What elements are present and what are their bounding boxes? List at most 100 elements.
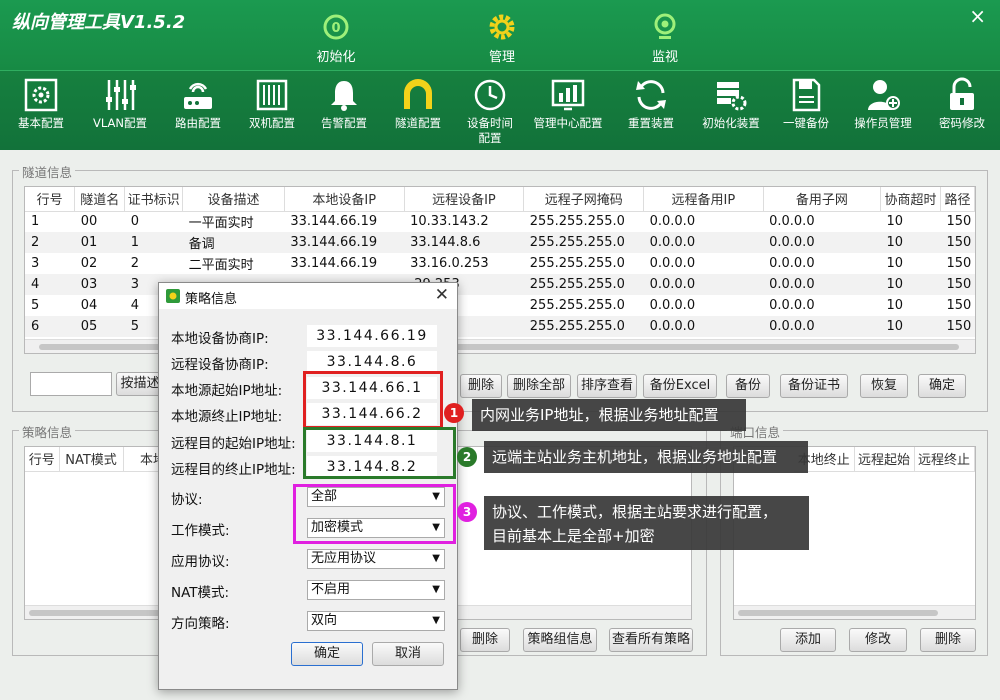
tool-label: VLAN配置 [92,116,147,130]
settings-panel-icon [24,78,58,112]
col-header[interactable]: 远程子网掩码 [523,187,645,212]
col-header[interactable]: NAT模式 [59,447,124,472]
annotation-callout: 远端主站业务主机地址，根据业务地址配置 [484,441,808,473]
table-cell: 5 [31,298,40,313]
highlight-box-protocol [293,484,456,544]
dialog-close-button[interactable]: ✕ [435,285,449,305]
table-cell: 0 [130,214,139,230]
col-header[interactable]: 远程备用IP [643,187,764,212]
table-cell: 0.0.0.0 [763,316,881,337]
window-close-button[interactable]: × [969,4,986,28]
port-modify-button[interactable]: 修改 [849,628,907,652]
tool-dual-config[interactable]: 双机配置 [244,77,300,131]
group-title: 隧道信息 [19,162,76,181]
port-delete-button[interactable]: 删除 [920,628,976,652]
table-row[interactable]: 3 02 2 二平面实时 33.144.66.19 33.16.0.253 255.255.… [25,253,975,274]
dialog-ok-button[interactable]: 确定 [291,642,363,666]
field-label: 方向策略: [171,616,230,632]
dialog-title: 策略信息 [185,292,238,307]
policy-group-info-button[interactable]: 策略组信息 [523,628,597,652]
dialog-cancel-button[interactable]: 取消 [372,642,444,666]
tool-change-password[interactable]: 密码修改 [934,77,990,131]
col-header[interactable]: 路径 [940,187,975,212]
tool-device-time[interactable]: 设备时间 配置 [462,77,518,146]
table-cell: 10 [880,274,941,295]
table-cell: 33.144.66.19 [290,256,378,271]
col-header[interactable]: 远程起始 [854,447,915,472]
table-cell: 255.255.255.0 [523,274,644,295]
table-cell: 150 [940,232,975,253]
port-add-button[interactable]: 添加 [780,628,836,652]
sort-view-button[interactable]: 排序查看 [577,374,637,398]
gear-icon [489,14,515,40]
col-header[interactable]: 备用子网 [763,187,882,212]
tunnel-icon [404,79,432,109]
scrollbar-thumb[interactable] [738,610,938,616]
remote-negotiation-ip-field[interactable]: 33.144.8.6 [307,351,437,373]
tunnel-delete-button[interactable]: 删除 [460,374,502,398]
tool-route-config[interactable]: 路由配置 [170,77,226,131]
tool-label: 双机配置 [249,116,295,130]
table-cell: 0.0.0.0 [643,274,764,295]
table-cell: 0.0.0.0 [649,298,696,313]
col-header[interactable]: 本地设备IP [284,187,405,212]
port-table-scrollbar[interactable] [734,605,975,619]
tool-reset-device[interactable]: 重置装置 [622,77,680,131]
direction-select[interactable]: 双向 ▼ [307,611,445,631]
col-header[interactable]: 证书标识 [124,187,184,212]
col-header[interactable]: 远程终止 [914,447,975,472]
annotation-callout: 内网业务IP地址，根据业务地址配置 [472,399,746,431]
table-cell: 01 [74,232,125,253]
tab-monitor[interactable]: 监视 [625,12,705,65]
backup-excel-button[interactable]: 备份Excel [643,374,717,398]
tool-operator-mgmt[interactable]: 操作员管理 [850,77,916,131]
table-cell: 4 [25,274,75,295]
tool-label: 一键备份 [783,116,829,130]
tool-basic-config[interactable]: 基本配置 [12,77,70,131]
dialog-titlebar[interactable]: 策略信息 ✕ [159,283,457,309]
table-cell: 1 [124,232,183,253]
tool-init-device[interactable]: 初始化装置 [698,77,764,131]
backup-button[interactable]: 备份 [726,374,770,398]
tool-one-key-backup[interactable]: 一键备份 [778,77,834,131]
view-all-policies-button[interactable]: 查看所有策略 [609,628,693,652]
table-cell: 150 [940,274,975,295]
field-label: 远程设备协商IP: [171,357,269,373]
tool-alarm-config[interactable]: 告警配置 [316,77,372,131]
col-header[interactable]: 设备描述 [182,187,285,212]
table-row[interactable]: 1 00 0 一平面实时 33.144.66.19 10.33.143.2 255.255.… [25,211,975,232]
col-header[interactable]: 行号 [25,447,60,472]
tool-tunnel-config[interactable]: 隧道配置 [390,77,446,131]
local-negotiation-ip-field[interactable]: 33.144.66.19 [307,325,437,347]
tool-label: 设备时间 [467,116,513,130]
col-header[interactable]: 隧道名 [74,187,126,212]
col-header[interactable]: 协商超时 [880,187,941,212]
restore-button[interactable]: 恢复 [860,374,908,398]
table-cell: 10 [880,232,941,253]
app-protocol-select[interactable]: 无应用协议 ▼ [307,549,445,569]
policy-delete-button[interactable]: 删除 [460,628,510,652]
table-cell: 10 [880,316,941,337]
tab-init[interactable]: 0 初始化 [296,12,376,65]
search-by-desc-button[interactable]: 按描述 [116,372,164,396]
table-cell: 255.255.255.0 [529,214,625,230]
table-cell: 10 [886,214,904,230]
tunnel-ok-button[interactable]: 确定 [918,374,966,398]
svg-text:0: 0 [331,21,340,36]
tool-vlan-config[interactable]: VLAN配置 [88,77,152,131]
tunnel-search-input[interactable] [30,372,112,396]
delete-all-button[interactable]: 删除全部 [507,374,571,398]
col-header[interactable]: 行号 [25,187,76,212]
table-cell: 255.255.255.0 [523,232,644,253]
tab-label: 管理 [488,50,515,65]
tab-manage[interactable]: 管理 [462,12,542,65]
col-header[interactable]: 远程设备IP [404,187,525,212]
tool-mgmt-center[interactable]: 管理中心配置 [530,77,606,131]
nat-mode-select[interactable]: 不启用 ▼ [307,580,445,600]
table-row[interactable]: 2 01 1 备调 33.144.66.19 33.144.8.6 255.255.255.… [25,232,975,253]
backup-cert-button[interactable]: 备份证书 [780,374,848,398]
annotation-line: 目前基本上是全部+加密 [492,527,655,545]
tool-label: 操作员管理 [854,116,912,130]
table-cell: 255.255.255.0 [529,298,625,313]
tool-label: 基本配置 [18,116,64,130]
